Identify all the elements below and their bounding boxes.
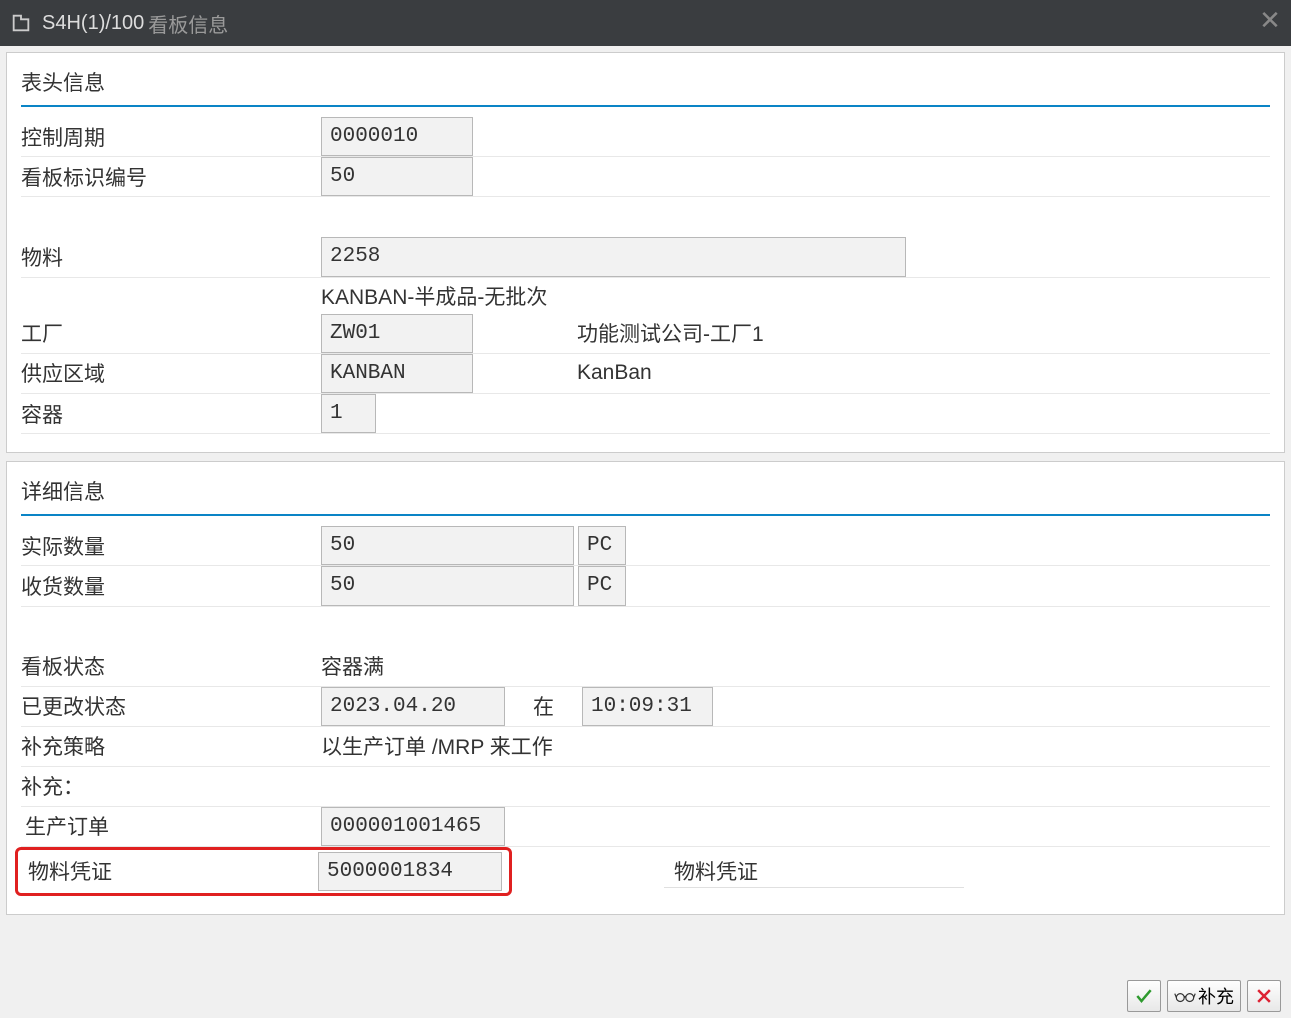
app-icon [10, 12, 32, 34]
strategy-value: 以生产订单 /MRP 来工作 [321, 731, 553, 761]
cancel-button[interactable] [1247, 980, 1281, 1012]
changed-date-field[interactable]: 2023.04.20 [321, 687, 505, 726]
replenish-button[interactable]: 补充 [1167, 980, 1241, 1012]
content-area: 表头信息 控制周期 0000010 看板标识编号 50 物料 2258 KANB… [0, 46, 1291, 929]
at-label: 在 [533, 691, 554, 721]
gr-qty-label: 收货数量 [21, 567, 321, 605]
mat-doc-side-input[interactable] [664, 854, 964, 888]
gr-qty-uom[interactable]: PC [578, 566, 626, 605]
replenish-button-label: 补充 [1198, 983, 1234, 1009]
supply-area-field[interactable]: KANBAN [321, 354, 473, 393]
container-field[interactable]: 1 [321, 394, 376, 433]
titlebar-title: 看板信息 [148, 9, 228, 38]
changed-status-label: 已更改状态 [21, 687, 321, 725]
kanban-id-label: 看板标识编号 [21, 158, 321, 196]
container-label: 容器 [21, 395, 321, 433]
header-panel: 表头信息 控制周期 0000010 看板标识编号 50 物料 2258 KANB… [6, 52, 1285, 453]
control-cycle-label: 控制周期 [21, 118, 321, 156]
control-cycle-field[interactable]: 0000010 [321, 117, 473, 156]
detail-panel-title: 详细信息 [21, 470, 1270, 516]
material-field[interactable]: 2258 [321, 237, 906, 276]
supply-area-label: 供应区域 [21, 354, 321, 392]
check-icon [1134, 986, 1154, 1006]
kanban-status-value: 容器满 [321, 651, 384, 681]
replenish-label: 补充： [21, 767, 321, 805]
material-document-highlight: 物料凭证 5000001834 [15, 847, 512, 896]
gr-qty-field[interactable]: 50 [321, 566, 574, 605]
footer-toolbar: 补充 [1117, 974, 1291, 1018]
mat-doc-label: 物料凭证 [24, 852, 318, 890]
cancel-icon [1254, 986, 1274, 1006]
titlebar-system: S4H(1)/100 [42, 12, 144, 35]
changed-time-field[interactable]: 10:09:31 [582, 687, 713, 726]
supply-area-description: KanBan [577, 361, 652, 385]
titlebar: S4H(1)/100 看板信息 ✕ [0, 0, 1291, 46]
confirm-button[interactable] [1127, 980, 1161, 1012]
actual-qty-field[interactable]: 50 [321, 526, 574, 565]
header-panel-title: 表头信息 [21, 61, 1270, 107]
material-description: KANBAN-半成品-无批次 [321, 281, 547, 311]
detail-panel: 详细信息 实际数量 50 PC 收货数量 50 PC 看板状态 容器满 已更改状… [6, 461, 1285, 915]
actual-qty-uom[interactable]: PC [578, 526, 626, 565]
plant-description: 功能测试公司-工厂1 [577, 318, 764, 348]
glasses-icon [1174, 988, 1196, 1004]
kanban-status-label: 看板状态 [21, 647, 321, 685]
actual-qty-label: 实际数量 [21, 527, 321, 565]
plant-label: 工厂 [21, 314, 321, 352]
plant-field[interactable]: ZW01 [321, 314, 473, 353]
prod-order-field[interactable]: 000001001465 [321, 807, 505, 846]
prod-order-label: 生产订单 [21, 807, 321, 845]
close-icon[interactable]: ✕ [1259, 10, 1281, 32]
kanban-id-field[interactable]: 50 [321, 157, 473, 196]
mat-doc-field[interactable]: 5000001834 [318, 852, 502, 891]
strategy-label: 补充策略 [21, 727, 321, 765]
material-label: 物料 [21, 238, 321, 276]
